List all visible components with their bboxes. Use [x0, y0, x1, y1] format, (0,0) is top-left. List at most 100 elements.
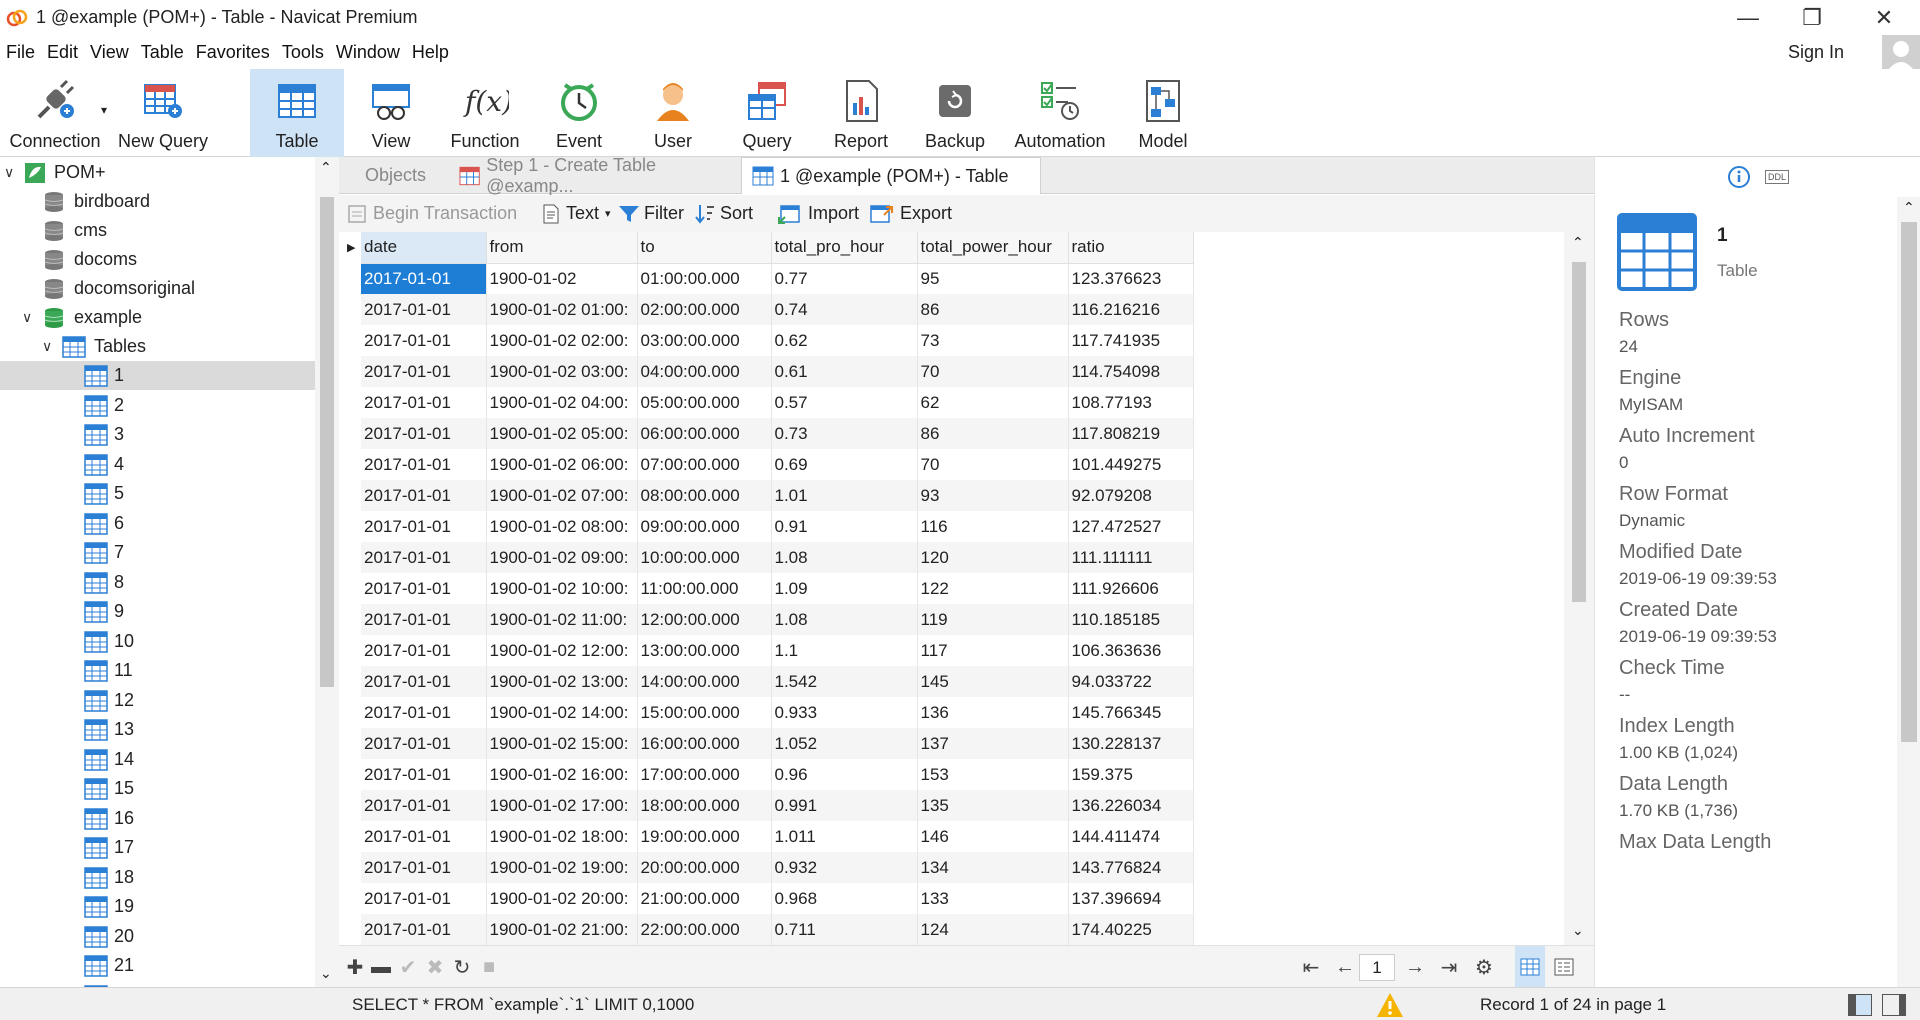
next-page-button[interactable]: → [1401, 946, 1429, 988]
cell-from[interactable]: 1900-01-02 21:00: [486, 914, 638, 945]
menu-edit[interactable]: Edit [41, 42, 84, 63]
table-row[interactable]: 2017-01-01 1900-01-02 01:00:00.000 0.77 95 12… [361, 263, 1194, 294]
cell-ratio[interactable]: 136.226034 [1068, 790, 1194, 821]
tree-table-14[interactable]: 14 [0, 745, 315, 774]
cell-date[interactable]: 2017-01-01 [361, 511, 487, 542]
avatar[interactable] [1882, 35, 1920, 73]
table-row[interactable]: 2017-01-01 1900-01-02 04:00: 05:00:00.000 0… [361, 387, 1194, 418]
cell-ratio[interactable]: 92.079208 [1068, 480, 1194, 511]
tree-table-10[interactable]: 10 [0, 627, 315, 656]
tree-db-example[interactable]: ∨ example [0, 303, 315, 332]
cell-date[interactable]: 2017-01-01 [361, 883, 487, 914]
first-page-button[interactable]: ⇤ [1297, 946, 1325, 988]
scroll-down-icon[interactable]: ⌄ [320, 965, 332, 982]
info-scrollbar[interactable]: ⌃ [1897, 197, 1920, 987]
table-row[interactable]: 2017-01-01 1900-01-02 01:00: 02:00:00.000 0… [361, 294, 1194, 325]
cell-total-power-hour[interactable]: 134 [917, 852, 1069, 883]
form-view-button[interactable] [1549, 946, 1579, 988]
cell-ratio[interactable]: 123.376623 [1068, 263, 1194, 294]
cell-to[interactable]: 11:00:00.000 [637, 573, 772, 604]
cell-total-power-hour[interactable]: 70 [917, 449, 1069, 480]
cell-ratio[interactable]: 174.40225 [1068, 914, 1194, 945]
cell-total-pro-hour[interactable]: 1.08 [771, 604, 918, 635]
table-row[interactable]: 2017-01-01 1900-01-02 19:00: 20:00:00.000 0… [361, 852, 1194, 883]
table-row[interactable]: 2017-01-01 1900-01-02 06:00: 07:00:00.000 0… [361, 449, 1194, 480]
table-row[interactable]: 2017-01-01 1900-01-02 09:00: 10:00:00.000 1… [361, 542, 1194, 573]
cell-ratio[interactable]: 117.808219 [1068, 418, 1194, 449]
cell-total-pro-hour[interactable]: 0.62 [771, 325, 918, 356]
view-button[interactable]: View [347, 69, 435, 157]
cell-to[interactable]: 20:00:00.000 [637, 852, 772, 883]
tree-table-7[interactable]: 7 [0, 538, 315, 567]
cell-to[interactable]: 04:00:00.000 [637, 356, 772, 387]
cell-date[interactable]: 2017-01-01 [361, 790, 487, 821]
chevron-down-icon[interactable]: ∨ [22, 309, 32, 326]
tree-table-11[interactable]: 11 [0, 656, 315, 685]
cell-ratio[interactable]: 110.185185 [1068, 604, 1194, 635]
cell-total-power-hour[interactable]: 153 [917, 759, 1069, 790]
tree-table-18[interactable]: 18 [0, 863, 315, 892]
cell-ratio[interactable]: 159.375 [1068, 759, 1194, 790]
scrollbar-thumb[interactable] [1572, 262, 1586, 602]
cell-to[interactable]: 03:00:00.000 [637, 325, 772, 356]
menu-favorites[interactable]: Favorites [190, 42, 276, 63]
cell-date[interactable]: 2017-01-01 [361, 263, 487, 294]
cell-total-power-hour[interactable]: 124 [917, 914, 1069, 945]
previous-page-button[interactable]: ← [1331, 946, 1359, 988]
cell-from[interactable]: 1900-01-02 04:00: [486, 387, 638, 418]
tree-table-12[interactable]: 12 [0, 686, 315, 715]
cell-date[interactable]: 2017-01-01 [361, 480, 487, 511]
cell-date[interactable]: 2017-01-01 [361, 821, 487, 852]
tree-table-16[interactable]: 16 [0, 804, 315, 833]
table-row[interactable]: 2017-01-01 1900-01-02 08:00: 09:00:00.000 0… [361, 511, 1194, 542]
filter-button[interactable]: Filter [618, 195, 684, 232]
cell-to[interactable]: 16:00:00.000 [637, 728, 772, 759]
cell-total-power-hour[interactable]: 133 [917, 883, 1069, 914]
column-header-from[interactable]: from [486, 232, 638, 264]
tree-table-21[interactable]: 21 [0, 951, 315, 980]
table-row[interactable]: 2017-01-01 1900-01-02 17:00: 18:00:00.000 0… [361, 790, 1194, 821]
cell-total-pro-hour[interactable]: 0.932 [771, 852, 918, 883]
cell-from[interactable]: 1900-01-02 20:00: [486, 883, 638, 914]
table-row[interactable]: 2017-01-01 1900-01-02 18:00: 19:00:00.000 1… [361, 821, 1194, 852]
user-button[interactable]: User [628, 69, 718, 157]
cell-ratio[interactable]: 143.776824 [1068, 852, 1194, 883]
cell-total-power-hour[interactable]: 93 [917, 480, 1069, 511]
cell-ratio[interactable]: 111.111111 [1068, 542, 1194, 573]
gear-icon[interactable]: ⚙ [1470, 946, 1498, 988]
connection-button[interactable]: Connection [5, 69, 105, 157]
cell-total-power-hour[interactable]: 119 [917, 604, 1069, 635]
menu-help[interactable]: Help [406, 42, 455, 63]
chevron-down-icon[interactable]: ∨ [42, 338, 52, 355]
sign-in-link[interactable]: Sign In [1788, 42, 1844, 63]
table-row[interactable]: 2017-01-01 1900-01-02 03:00: 04:00:00.000 0… [361, 356, 1194, 387]
table-row[interactable]: 2017-01-01 1900-01-02 07:00: 08:00:00.000 1… [361, 480, 1194, 511]
table-row[interactable]: 2017-01-01 1900-01-02 13:00: 14:00:00.000 1… [361, 666, 1194, 697]
delete-record-button[interactable]: ▬ [369, 946, 393, 988]
cell-ratio[interactable]: 130.228137 [1068, 728, 1194, 759]
scroll-up-icon[interactable]: ⌃ [1903, 199, 1915, 216]
cell-total-power-hour[interactable]: 86 [917, 418, 1069, 449]
table-row[interactable]: 2017-01-01 1900-01-02 20:00: 21:00:00.000 0… [361, 883, 1194, 914]
grid-view-button[interactable] [1515, 946, 1545, 988]
cell-total-pro-hour[interactable]: 0.61 [771, 356, 918, 387]
add-record-button[interactable]: ✚ [343, 946, 367, 988]
table-row[interactable]: 2017-01-01 1900-01-02 10:00: 11:00:00.000 1… [361, 573, 1194, 604]
table-button[interactable]: Table [250, 69, 344, 157]
info-icon[interactable] [1727, 165, 1751, 189]
cell-total-power-hour[interactable]: 135 [917, 790, 1069, 821]
cell-ratio[interactable]: 106.363636 [1068, 635, 1194, 666]
model-button[interactable]: Model [1122, 69, 1204, 157]
automation-button[interactable]: Automation [1004, 69, 1116, 157]
cell-to[interactable]: 12:00:00.000 [637, 604, 772, 635]
cell-to[interactable]: 15:00:00.000 [637, 697, 772, 728]
sidebar-scrollbar[interactable]: ⌃ ⌄ [315, 157, 339, 987]
tree-db-docomsoriginal[interactable]: docomsoriginal [0, 274, 315, 303]
cell-total-pro-hour[interactable]: 1.542 [771, 666, 918, 697]
cell-total-power-hour[interactable]: 73 [917, 325, 1069, 356]
cell-to[interactable]: 08:00:00.000 [637, 480, 772, 511]
backup-button[interactable]: Backup [910, 69, 1000, 157]
cell-to[interactable]: 05:00:00.000 [637, 387, 772, 418]
refresh-button[interactable]: ↻ [450, 946, 474, 988]
cell-total-pro-hour[interactable]: 0.57 [771, 387, 918, 418]
